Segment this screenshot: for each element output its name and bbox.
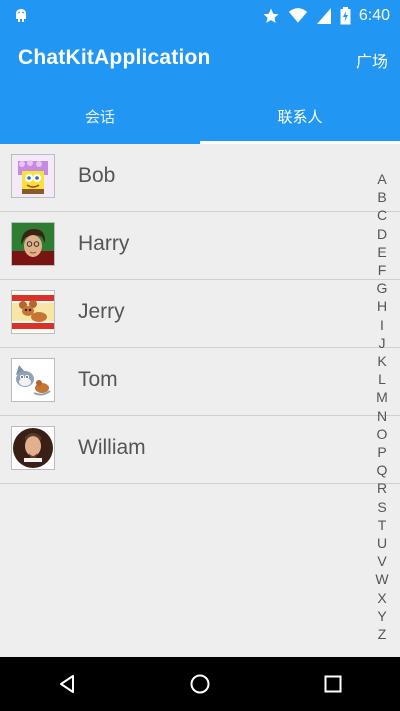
- index-letter[interactable]: U: [377, 534, 387, 552]
- back-button[interactable]: [47, 664, 87, 704]
- recents-icon: [324, 675, 342, 693]
- index-letter[interactable]: M: [376, 388, 388, 406]
- harry-avatar-icon: [11, 222, 55, 266]
- index-letter[interactable]: Z: [378, 625, 387, 643]
- square-action-button[interactable]: 广场: [356, 48, 388, 72]
- index-letter[interactable]: B: [377, 188, 386, 206]
- contact-name: Harry: [78, 232, 130, 255]
- contact-row-harry[interactable]: Harry: [0, 212, 400, 280]
- contact-row-bob[interactable]: Bob: [0, 144, 400, 212]
- index-letter[interactable]: L: [378, 370, 386, 388]
- index-letter[interactable]: Y: [377, 607, 386, 625]
- index-letter[interactable]: V: [377, 552, 386, 570]
- tab-contacts[interactable]: 联系人: [200, 88, 400, 144]
- alphabet-index[interactable]: A B C D E F G H I J K L M N O P Q R S T …: [374, 170, 390, 643]
- index-letter[interactable]: F: [378, 261, 387, 279]
- index-letter[interactable]: S: [377, 498, 386, 516]
- status-icons: 6:40: [262, 6, 390, 26]
- index-letter[interactable]: K: [377, 352, 386, 370]
- tab-conversations[interactable]: 会话: [0, 88, 200, 144]
- index-letter[interactable]: O: [377, 425, 388, 443]
- contact-row-jerry[interactable]: Jerry: [0, 280, 400, 348]
- contact-name: Jerry: [78, 300, 125, 323]
- index-letter[interactable]: D: [377, 225, 387, 243]
- index-letter[interactable]: E: [377, 243, 386, 261]
- contact-name: William: [78, 436, 146, 459]
- index-letter[interactable]: N: [377, 407, 387, 425]
- index-letter[interactable]: G: [377, 279, 388, 297]
- spongebob-avatar-icon: [11, 154, 55, 198]
- contact-name: Tom: [78, 368, 118, 391]
- home-icon: [190, 674, 210, 694]
- index-letter[interactable]: C: [377, 206, 387, 224]
- battery-charging-icon: [340, 7, 351, 25]
- index-letter[interactable]: I: [380, 316, 384, 334]
- star-icon: [263, 8, 279, 23]
- shakespeare-avatar-icon: [11, 426, 55, 470]
- jerry-avatar-icon: [11, 290, 55, 334]
- contact-name: Bob: [78, 164, 116, 187]
- app-bar: ChatKitApplication 广场: [0, 32, 400, 88]
- index-letter[interactable]: X: [377, 589, 386, 607]
- contact-list: Bob Harry Jerry Tom William: [0, 144, 400, 657]
- status-time: 6:40: [358, 7, 390, 24]
- contact-row-william[interactable]: William: [0, 416, 400, 484]
- navigation-bar: [0, 657, 400, 711]
- tom-avatar-icon: [11, 358, 55, 402]
- index-letter[interactable]: R: [377, 479, 387, 497]
- index-letter[interactable]: J: [379, 334, 386, 352]
- back-icon: [59, 675, 74, 693]
- index-letter[interactable]: T: [378, 516, 387, 534]
- index-letter[interactable]: W: [375, 570, 388, 588]
- home-button[interactable]: [180, 664, 220, 704]
- recents-button[interactable]: [313, 664, 353, 704]
- signal-icon: [316, 8, 331, 24]
- index-letter[interactable]: H: [377, 297, 387, 315]
- app-title: ChatKitApplication: [18, 46, 211, 69]
- status-bar: 6:40: [0, 0, 400, 32]
- android-debug-icon: [16, 9, 26, 22]
- contact-row-tom[interactable]: Tom: [0, 348, 400, 416]
- wifi-icon: [288, 8, 308, 23]
- tab-bar: 会话 联系人: [0, 88, 400, 144]
- index-letter[interactable]: A: [377, 170, 386, 188]
- index-letter[interactable]: P: [377, 443, 386, 461]
- index-letter[interactable]: Q: [377, 461, 388, 479]
